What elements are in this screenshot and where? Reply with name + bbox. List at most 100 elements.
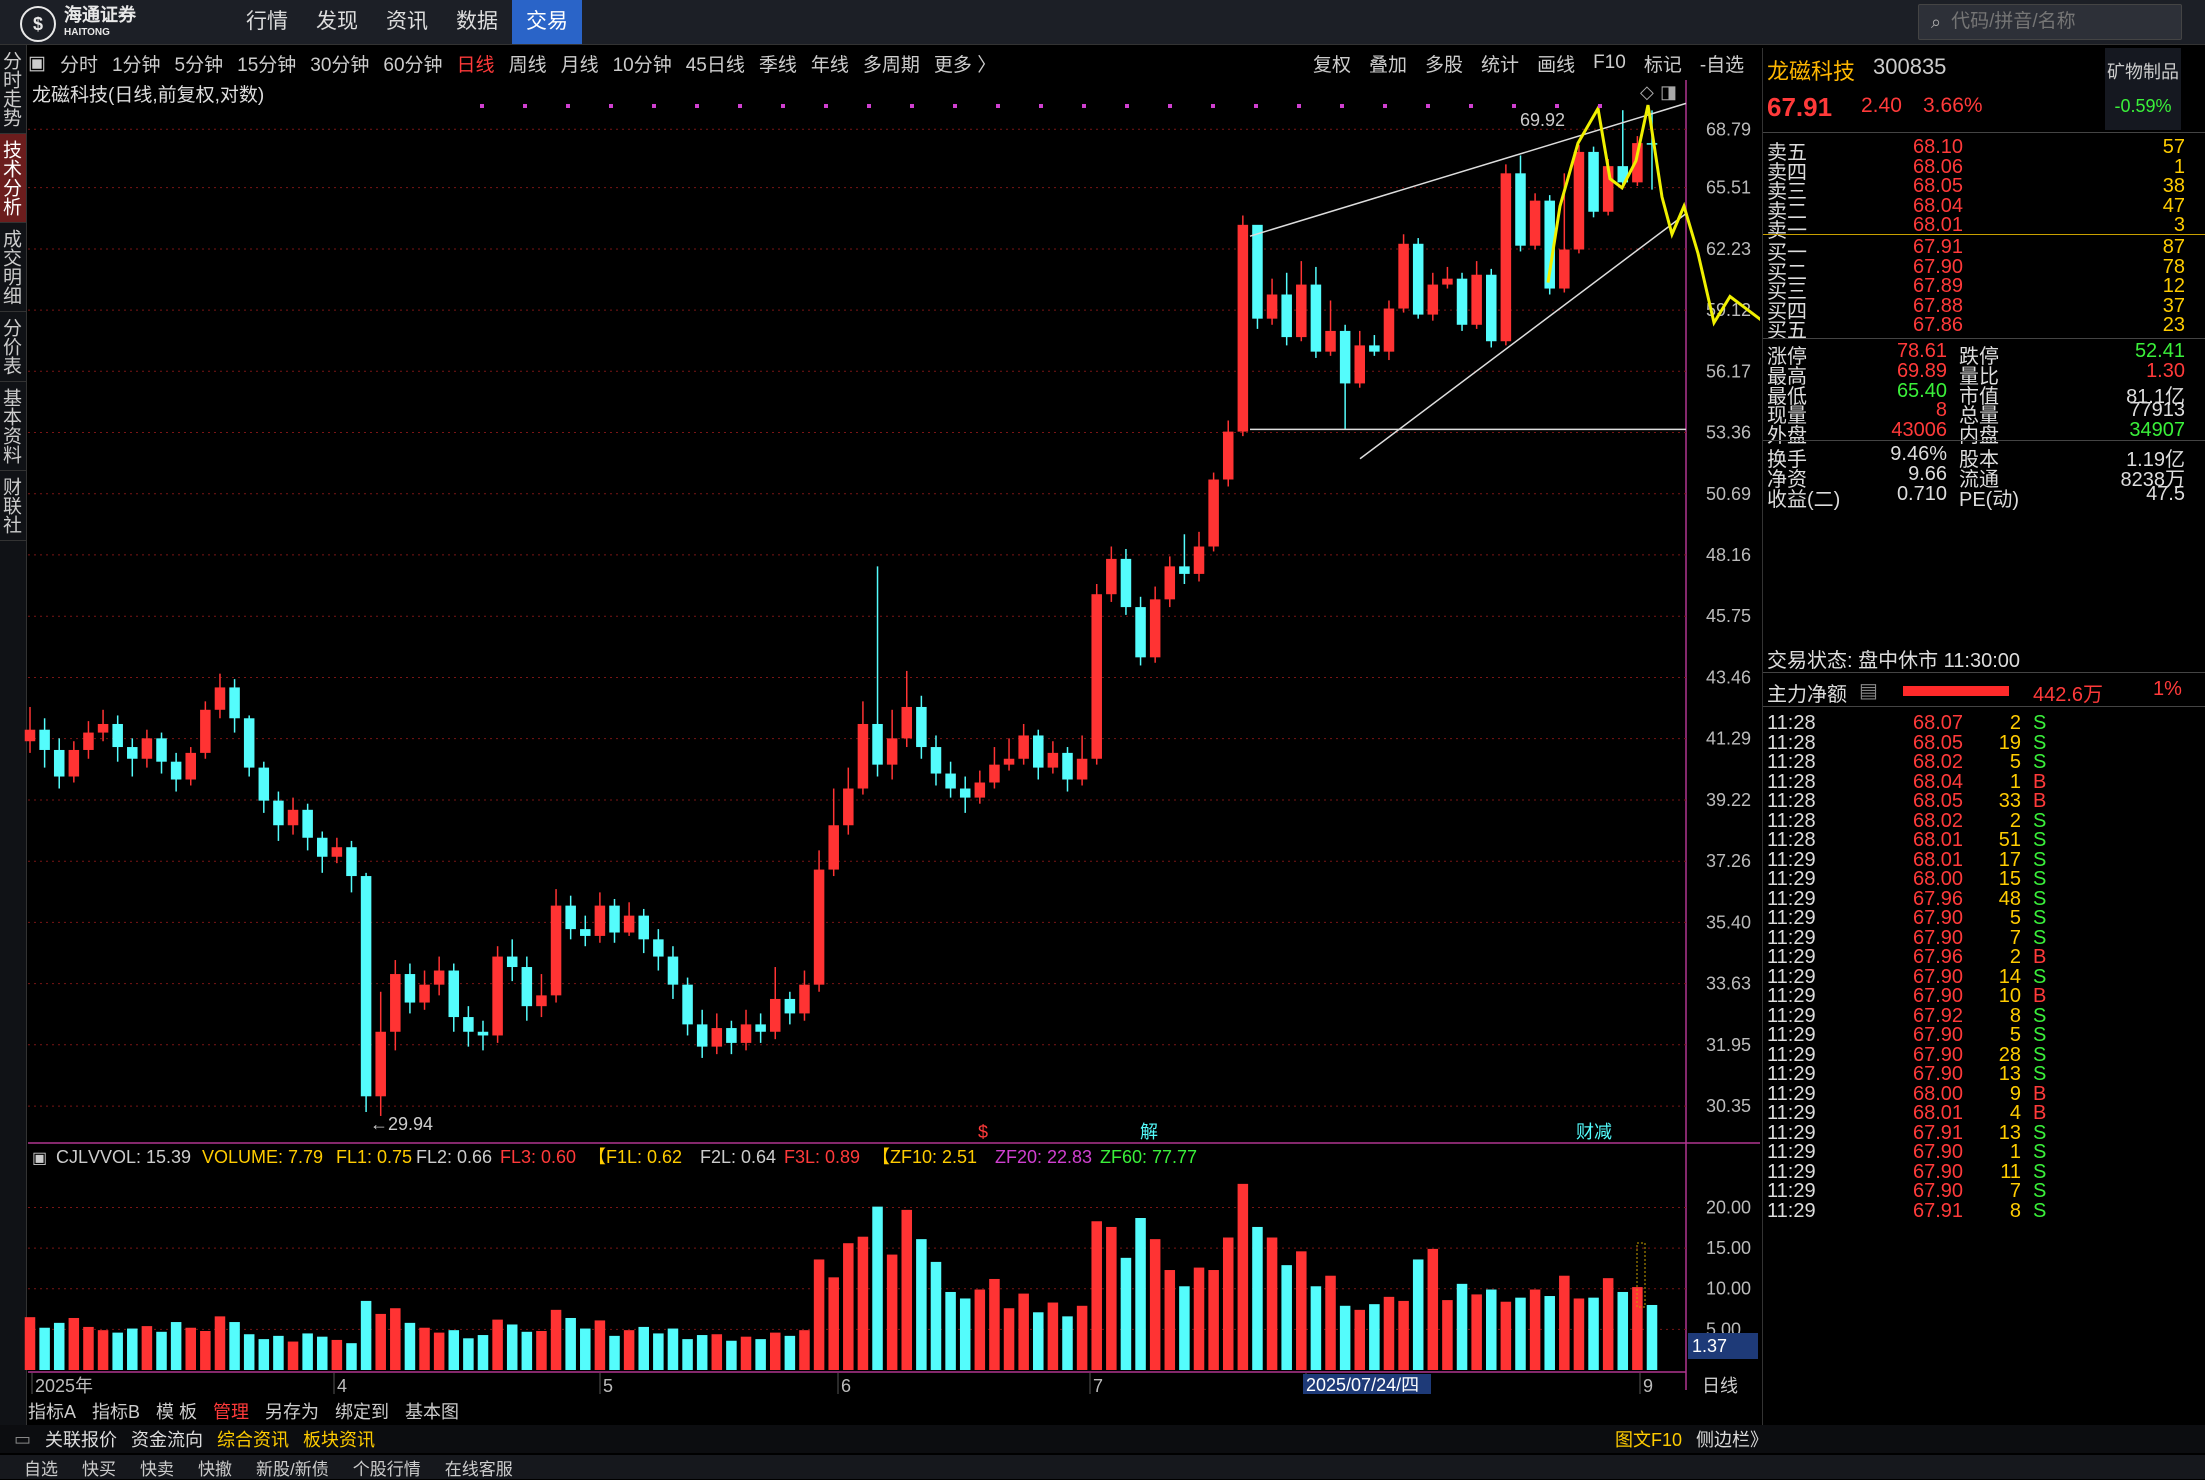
x-axis-label: 7 [1093, 1376, 1103, 1396]
candle-body [156, 738, 167, 762]
candle-body [1486, 274, 1497, 342]
candle-body [273, 800, 284, 826]
volume-bar [1383, 1296, 1395, 1370]
search-box[interactable]: ⌕ [1918, 4, 2182, 40]
candle-body [1062, 752, 1073, 780]
marker-dot [996, 104, 1000, 108]
x-axis-label: 4 [337, 1376, 347, 1396]
btn-related-quotes[interactable]: 关联报价 [45, 1426, 117, 1452]
btn-indicator-b[interactable]: 指标B [92, 1398, 140, 1424]
btn-sector-news[interactable]: 板块资讯 [303, 1426, 375, 1452]
tick-time: 11:29 [1767, 1199, 1816, 1222]
price-change-pct: 3.66% [1923, 94, 1983, 117]
candle-body [83, 732, 94, 750]
btn-save-as[interactable]: 另存为 [265, 1398, 319, 1424]
volume-bar [112, 1332, 123, 1370]
volume-bar [170, 1322, 182, 1370]
quick-sell[interactable]: 快卖 [140, 1455, 174, 1480]
volume-legend-item: CJL [56, 1147, 88, 1167]
marker-dot [566, 104, 570, 108]
lower-trendline [1359, 213, 1687, 460]
marker-dot [1555, 104, 1559, 108]
candle-body [185, 752, 196, 780]
main-flow-pct: 1% [2153, 678, 2182, 700]
candle-body [945, 773, 956, 789]
marker-dot [1211, 104, 1215, 108]
volume-bar [638, 1326, 649, 1370]
search-input[interactable] [1949, 10, 2154, 34]
candle-body [580, 929, 591, 936]
y-tick-label: 37.26 [1706, 851, 1751, 871]
info-icon[interactable]: ▤ [1859, 678, 1878, 703]
btn-template[interactable]: 模 板 [156, 1398, 197, 1424]
btn-news[interactable]: 综合资讯 [217, 1426, 289, 1452]
quick-stock-quote[interactable]: 个股行情 [353, 1455, 421, 1480]
btn-indicator-a[interactable]: 指标A [28, 1398, 76, 1424]
volume-bar [1120, 1257, 1132, 1370]
candle-body [682, 984, 693, 1025]
btn-basic-chart[interactable]: 基本图 [405, 1398, 459, 1424]
volume-bar [1179, 1286, 1190, 1370]
marker-dot [824, 104, 828, 108]
volume-bar [550, 1309, 562, 1370]
volume-bar [740, 1336, 752, 1370]
quick-support[interactable]: 在线客服 [445, 1455, 513, 1480]
volume-bar [726, 1340, 737, 1370]
marker-dot [781, 104, 785, 108]
candle-body [1208, 479, 1219, 547]
volume-bar [492, 1319, 503, 1370]
volume-bar [127, 1328, 138, 1370]
btn-f10[interactable]: 图文F10 [1615, 1426, 1682, 1452]
marker-dot [1297, 104, 1301, 108]
tick-price: 67.91 [1913, 1199, 1964, 1222]
volume-tick-label: 20.00 [1706, 1197, 1751, 1217]
candle-body [1237, 224, 1249, 432]
quick-buy[interactable]: 快买 [82, 1455, 116, 1480]
y-tick-label: 33.63 [1706, 974, 1751, 994]
btn-bind[interactable]: 绑定到 [335, 1398, 389, 1424]
marker-dot [1168, 104, 1172, 108]
volume-bar [1193, 1267, 1205, 1370]
volume-legend-item: F2L: 0.64 [700, 1147, 776, 1167]
marker-unlock: 解 [1140, 1122, 1158, 1142]
box-icon[interactable]: ▭ [14, 1429, 31, 1450]
candle-body [97, 723, 109, 733]
btn-sidebar[interactable]: 侧边栏》 [1696, 1426, 1768, 1452]
volume-bar [258, 1339, 270, 1370]
volume-legend-item: 【F1L: 0.62 [588, 1147, 682, 1167]
volume-bar [1325, 1275, 1336, 1370]
volume-bar [1515, 1297, 1526, 1370]
candle-body [68, 749, 80, 777]
volume-bar [24, 1317, 36, 1370]
candle-body [711, 1028, 723, 1047]
quick-ipo[interactable]: 新股/新债 [256, 1455, 329, 1480]
volume-bar [1091, 1221, 1102, 1370]
volume-bar [1398, 1300, 1409, 1370]
info-bar: ▭ 关联报价 资金流向 综合资讯 板块资讯 图文F10 侧边栏》 [0, 1425, 2205, 1453]
candle-body [1471, 274, 1482, 325]
volume-bar [667, 1328, 679, 1370]
volume-bar [1529, 1289, 1541, 1370]
volume-bar [784, 1335, 796, 1370]
marker-dot [867, 104, 871, 108]
volume-bar [97, 1330, 109, 1370]
stat-label: PE(动) [1959, 488, 2019, 511]
kline-chart[interactable]: 68.7965.5162.2359.1256.1753.3650.6948.16… [0, 0, 1760, 1430]
candle-body [1500, 173, 1512, 342]
btn-manage[interactable]: 管理 [213, 1398, 249, 1424]
volume-legend-item: FL2: 0.66 [416, 1147, 492, 1167]
quick-watchlist[interactable]: 自选 [24, 1455, 58, 1480]
candle-body [39, 729, 50, 750]
btn-fund-flow[interactable]: 资金流向 [131, 1426, 203, 1452]
candle-body [1018, 735, 1029, 759]
candle-body [1515, 173, 1526, 246]
industry-box[interactable]: 矿物制品 -0.59% [2105, 48, 2181, 130]
volume-legend-item: ZF60: 77.77 [1100, 1147, 1197, 1167]
volume-bar [53, 1322, 65, 1370]
candle-body [1339, 330, 1351, 384]
candle-body [1222, 431, 1234, 480]
volume-legend-item: FL3: 0.60 [500, 1147, 576, 1167]
quick-cancel[interactable]: 快撤 [198, 1455, 232, 1480]
candle-body [828, 825, 839, 870]
volume-tick-label: 10.00 [1706, 1279, 1751, 1299]
